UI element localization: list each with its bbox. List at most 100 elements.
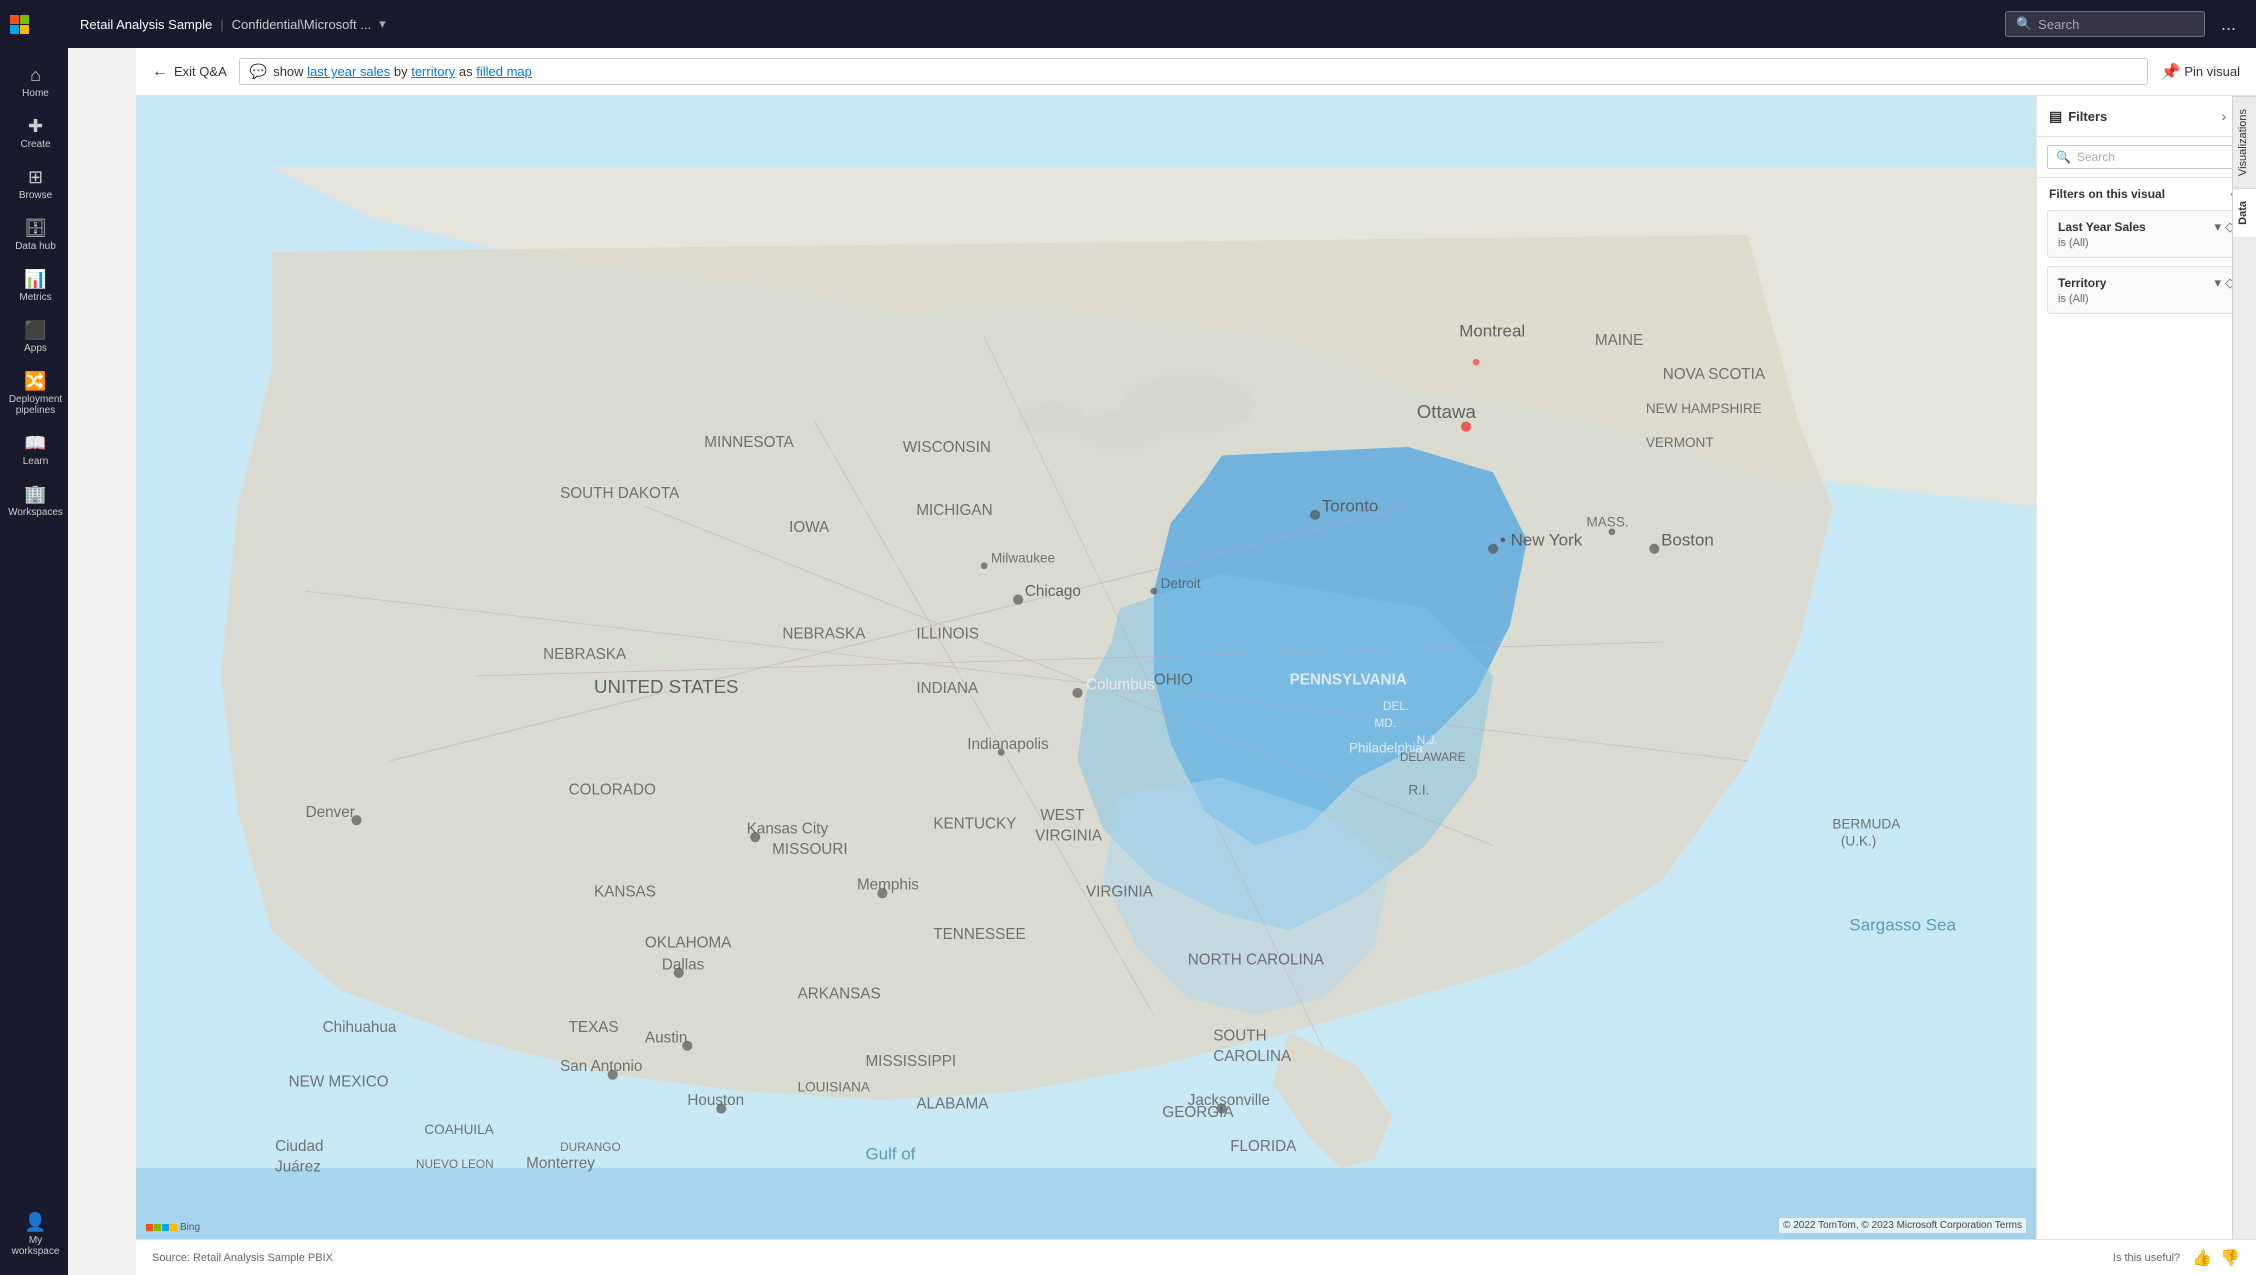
side-tabs: Visualizations Data [2232, 96, 2256, 1239]
svg-text:VIRGINIA: VIRGINIA [1086, 884, 1154, 901]
filter-expand-1-button[interactable]: ▾ [2214, 219, 2221, 235]
filters-expand-button[interactable]: › [2220, 106, 2229, 126]
metrics-icon: 📊 [24, 270, 46, 288]
thumbs-up-button[interactable]: 👍 [2192, 1248, 2212, 1268]
svg-text:(U.K.): (U.K.) [1841, 834, 1876, 849]
map-container: UNITED STATES SOUTH DAKOTA NEBRASKA COLO… [136, 96, 2036, 1239]
myworkspace-icon: 👤 [24, 1213, 46, 1231]
filter-expand-2-button[interactable]: ▾ [2214, 275, 2221, 291]
filter-card-header-1: Last Year Sales ▾ ◇ [2058, 219, 2235, 235]
sidebar-item-home[interactable]: ⌂ Home [0, 56, 68, 107]
filter-card-territory: Territory ▾ ◇ is (All) [2047, 266, 2246, 314]
sidebar-item-datahub[interactable]: 🗄 Data hub [0, 209, 68, 260]
tab-visualizations[interactable]: Visualizations [2233, 96, 2256, 188]
filter-section-label: Filters on this visual ··· [2037, 178, 2256, 206]
svg-text:MISSISSIPPI: MISSISSIPPI [865, 1053, 956, 1070]
svg-text:Jacksonville: Jacksonville [1188, 1092, 1270, 1109]
topbar: Retail Analysis Sample | Confidential\Mi… [68, 0, 2256, 48]
svg-text:Juárez: Juárez [275, 1158, 321, 1175]
svg-text:LOUISIANA: LOUISIANA [798, 1080, 871, 1095]
sidebar-item-myworkspace[interactable]: 👤 My workspace [0, 1203, 68, 1265]
svg-text:MAINE: MAINE [1595, 332, 1643, 349]
svg-text:VERMONT: VERMONT [1646, 435, 1714, 450]
filters-search-area: 🔍 [2037, 137, 2256, 178]
svg-text:NEBRASKA: NEBRASKA [782, 626, 866, 643]
dropdown-chevron-icon[interactable]: ▾ [379, 16, 386, 32]
pin-visual-label: Pin visual [2184, 64, 2240, 79]
filters-search-box[interactable]: 🔍 [2047, 145, 2246, 169]
svg-text:NEBRASKA: NEBRASKA [543, 646, 627, 663]
footer-right: Is this useful? 👍 👎 [2113, 1248, 2240, 1268]
svg-text:Dallas: Dallas [662, 956, 705, 973]
create-icon: ✚ [28, 117, 43, 135]
workspaces-icon: 🏢 [24, 485, 46, 503]
microsoft-logo [10, 15, 29, 34]
svg-text:BERMUDA: BERMUDA [1832, 817, 1901, 832]
map-visual: UNITED STATES SOUTH DAKOTA NEBRASKA COLO… [136, 96, 2036, 1239]
svg-text:Boston: Boston [1661, 530, 1714, 549]
content-area: UNITED STATES SOUTH DAKOTA NEBRASKA COLO… [136, 96, 2256, 1239]
filters-label: Filters [2068, 109, 2107, 124]
svg-text:Toronto: Toronto [1322, 496, 1379, 515]
useful-buttons: 👍 👎 [2192, 1248, 2240, 1268]
svg-text:KANSAS: KANSAS [594, 884, 656, 901]
back-arrow-icon: ← [152, 63, 168, 81]
thumbs-down-button[interactable]: 👎 [2220, 1248, 2240, 1268]
svg-text:NORTH CAROLINA: NORTH CAROLINA [1188, 951, 1325, 968]
svg-text:N.J.: N.J. [1417, 733, 1438, 747]
svg-text:Columbus: Columbus [1086, 677, 1155, 694]
filter-value-1: is (All) [2058, 237, 2235, 249]
qa-right-actions: 📌 Pin visual [2160, 62, 2240, 82]
main-content: ← Exit Q&A 💬 show last year sales by ter… [136, 48, 2256, 1275]
qa-underlined-1: last year sales [307, 64, 390, 79]
svg-text:SOUTH DAKOTA: SOUTH DAKOTA [560, 485, 680, 502]
qa-query-text: show last year sales by territory as fil… [273, 64, 532, 79]
filters-search-icon: 🔍 [2056, 150, 2071, 164]
svg-text:DEL.: DEL. [1383, 699, 1409, 713]
svg-text:Chicago: Chicago [1025, 583, 1081, 600]
sidebar-item-workspaces[interactable]: 🏢 Workspaces [0, 475, 68, 526]
qa-underlined-2: territory [411, 64, 455, 79]
pin-visual-button[interactable]: 📌 Pin visual [2160, 62, 2240, 82]
filters-search-input[interactable] [2077, 150, 2237, 164]
qa-input-area[interactable]: 💬 show last year sales by territory as f… [239, 58, 2149, 85]
topbar-right: 🔍 ... [2005, 10, 2244, 39]
sidebar-nav: ⌂ Home ✚ Create ⊞ Browse 🗄 Data hub 📊 Me… [0, 48, 68, 1203]
svg-text:OHIO: OHIO [1154, 671, 1193, 688]
svg-text:Milwaukee: Milwaukee [991, 550, 1055, 565]
svg-text:Sargasso Sea: Sargasso Sea [1849, 915, 1956, 934]
ms-logo-red [10, 15, 19, 24]
sidebar-item-create[interactable]: ✚ Create [0, 107, 68, 158]
state-label-us: UNITED STATES [594, 676, 738, 697]
more-options-button[interactable]: ... [2213, 10, 2244, 39]
svg-text:KENTUCKY: KENTUCKY [933, 816, 1016, 833]
sidebar-item-deployment[interactable]: 🔀 Deployment pipelines [0, 362, 68, 424]
filter-card-header-2: Territory ▾ ◇ [2058, 275, 2235, 291]
search-icon: 🔍 [2016, 16, 2032, 32]
datahub-icon: 🗄 [24, 219, 47, 237]
svg-text:Austin: Austin [645, 1029, 687, 1046]
svg-text:CAROLINA: CAROLINA [1213, 1048, 1292, 1065]
qa-middle: by [390, 64, 411, 79]
exit-qa-button[interactable]: ← Exit Q&A [152, 63, 227, 81]
footer-source: Source: Retail Analysis Sample PBIX [152, 1252, 333, 1264]
global-search-box[interactable]: 🔍 [2005, 11, 2205, 37]
topbar-title-area: Retail Analysis Sample | Confidential\Mi… [80, 16, 386, 32]
sidebar-item-browse[interactable]: ⊞ Browse [0, 158, 68, 209]
svg-text:TENNESSEE: TENNESSEE [933, 926, 1025, 943]
svg-text:Gulf of: Gulf of [865, 1144, 915, 1163]
browse-icon: ⊞ [28, 168, 43, 186]
sidebar-item-apps[interactable]: ⬛ Apps [0, 311, 68, 362]
home-icon: ⌂ [30, 66, 41, 84]
exit-qa-label: Exit Q&A [174, 64, 227, 79]
qa-suffix: as [455, 64, 476, 79]
sidebar-item-metrics[interactable]: 📊 Metrics [0, 260, 68, 311]
tab-data[interactable]: Data [2233, 188, 2256, 237]
svg-text:Monterrey: Monterrey [526, 1155, 595, 1172]
global-search-input[interactable] [2038, 17, 2194, 32]
svg-text:DURANGO: DURANGO [560, 1140, 621, 1154]
svg-text:Ciudad: Ciudad [275, 1138, 323, 1155]
svg-text:Indianapolis: Indianapolis [967, 736, 1049, 753]
svg-text:MASS.: MASS. [1586, 515, 1628, 530]
sidebar-item-learn[interactable]: 📖 Learn [0, 424, 68, 475]
